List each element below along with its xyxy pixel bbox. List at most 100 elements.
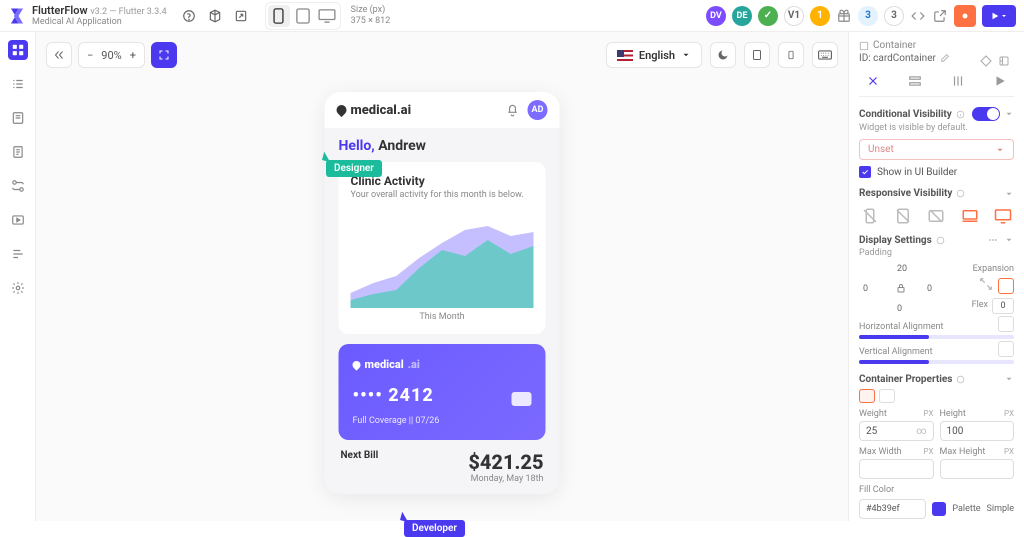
info-icon[interactable] [956,189,965,198]
show-ui-row[interactable]: Show in UI Builder [859,166,1014,178]
expansion-default-icon[interactable] [978,276,994,292]
canvas[interactable]: − 90% + English medical.ai AD Hello, An [36,32,848,521]
code-icon[interactable] [910,8,926,24]
zoom-in-icon[interactable]: + [130,49,136,62]
chip-b[interactable] [879,389,895,403]
fill-color-input[interactable]: #4b39ef [859,499,926,519]
chevron-down-icon[interactable] [1004,374,1014,384]
resp-laptop-icon[interactable] [961,207,979,225]
maxh-input[interactable] [940,459,1015,479]
tab-backend-icon[interactable] [949,72,967,90]
info-icon[interactable] [956,375,965,384]
version-badge[interactable]: V1 [784,6,804,26]
flex-input[interactable]: 0 [992,298,1014,314]
language-selector[interactable]: English [606,42,702,68]
chevron-down-icon[interactable] [1004,109,1014,119]
fit-screen-button[interactable] [151,42,177,68]
pad-right[interactable]: 0 [927,284,932,294]
height-input[interactable]: 100 [940,421,1015,441]
tab-properties-icon[interactable] [864,72,882,90]
rail-page-icon[interactable] [8,108,28,128]
rail-list-icon[interactable] [8,74,28,94]
greeting: Hello, Andrew [339,138,546,154]
designer-cursor: Designer [326,160,382,177]
padding-editor[interactable]: 20 0 0 0 Expansion Flex 0 [859,264,1014,314]
collaborator-avatar-1[interactable]: DV [706,6,726,26]
rail-api-icon[interactable] [8,176,28,196]
rail-play-icon[interactable] [8,210,28,230]
resp-tablet-land-icon[interactable] [927,207,945,225]
app-header: medical.ai AD [325,92,560,128]
notif-badge-2[interactable]: 3 [884,6,904,26]
run-button[interactable] [982,5,1016,27]
activity-card[interactable]: Clinic Activity Your overall activity fo… [339,162,546,334]
top-bar: FlutterFlow v3.2 — Flutter 3.3.4 Medical… [0,0,1024,32]
insurance-card[interactable]: medical.ai •••• 2412 Full Coverage || 07… [339,344,546,440]
weight-input[interactable]: 25∞ [859,421,934,441]
lock-icon[interactable] [895,282,907,294]
panel-tabs [859,72,1014,97]
more-icon[interactable] [988,235,998,245]
maxw-input[interactable] [859,459,934,479]
device-desktop[interactable] [316,5,338,27]
bell-icon[interactable] [506,103,520,117]
collaborator-avatar-2[interactable]: DE [732,6,752,26]
checkbox-checked-icon[interactable] [859,166,871,178]
properties-panel: Container ID: cardContainer Conditional … [848,32,1024,521]
rail-theme-icon[interactable] [8,244,28,264]
cube-icon[interactable] [207,8,223,24]
cond-vis-toggle[interactable] [972,107,1000,121]
resp-desktop-icon[interactable] [994,207,1012,225]
resp-phone-off-icon[interactable] [861,207,879,225]
pad-bottom[interactable]: 0 [897,304,902,314]
chart-label: This Month [351,312,534,322]
zoom-out-icon[interactable]: − [87,49,93,62]
resp-tablet-off-icon[interactable] [894,207,912,225]
condition-value[interactable]: Unset [859,139,1014,160]
warning-badge[interactable]: 1 [810,6,830,26]
rail-settings-icon[interactable] [8,278,28,298]
expansion-active-icon[interactable] [998,278,1014,294]
simple-button[interactable]: Simple [987,504,1014,514]
external-link-icon[interactable] [932,8,948,24]
tab-animate-icon[interactable] [991,72,1009,90]
pad-left[interactable]: 0 [863,284,868,294]
chevron-down-icon[interactable] [1004,189,1014,199]
v-align-box[interactable] [998,341,1014,357]
theme-toggle-icon[interactable] [710,42,736,68]
history-back-button[interactable] [46,42,72,68]
user-avatar[interactable]: AD [528,100,548,120]
project-name: Medical AI Application [32,17,167,27]
activity-subtitle: Your overall activity for this month is … [351,190,534,200]
h-align-slider[interactable] [859,335,1014,339]
pad-top[interactable]: 20 [897,264,907,274]
v-align-slider[interactable] [859,360,1014,364]
gift-icon[interactable] [836,8,852,24]
chevron-down-icon [995,145,1005,155]
info-icon[interactable] [956,110,965,119]
rail-doc-icon[interactable] [8,142,28,162]
tablet-preview-icon[interactable] [744,42,770,68]
fill-swatch[interactable] [932,502,946,516]
tab-actions-icon[interactable] [906,72,924,90]
h-align-box[interactable] [998,316,1014,332]
deploy-button[interactable] [954,5,976,27]
palette-button[interactable]: Palette [952,504,980,514]
help-icon[interactable] [181,8,197,24]
diamond-icon[interactable] [980,55,992,67]
panel-settings-icon[interactable] [998,55,1010,67]
device-tablet[interactable] [292,5,314,27]
notif-badge-1[interactable]: 3 [858,6,878,26]
rail-widget-tree-icon[interactable] [8,40,28,60]
phone-preview-icon[interactable] [778,42,804,68]
edit-icon[interactable] [940,53,950,63]
share-icon[interactable] [233,8,249,24]
chevron-down-icon[interactable] [1004,235,1014,245]
keyboard-icon[interactable] [812,42,838,68]
display-section: Display Settings Padding 20 0 0 0 Expans… [859,235,1014,364]
status-check-icon[interactable]: ✓ [758,6,778,26]
chip-a[interactable] [859,389,875,403]
info-icon[interactable] [936,236,945,245]
device-phone[interactable] [268,5,290,27]
cond-vis-sub: Widget is visible by default. [859,123,1014,133]
